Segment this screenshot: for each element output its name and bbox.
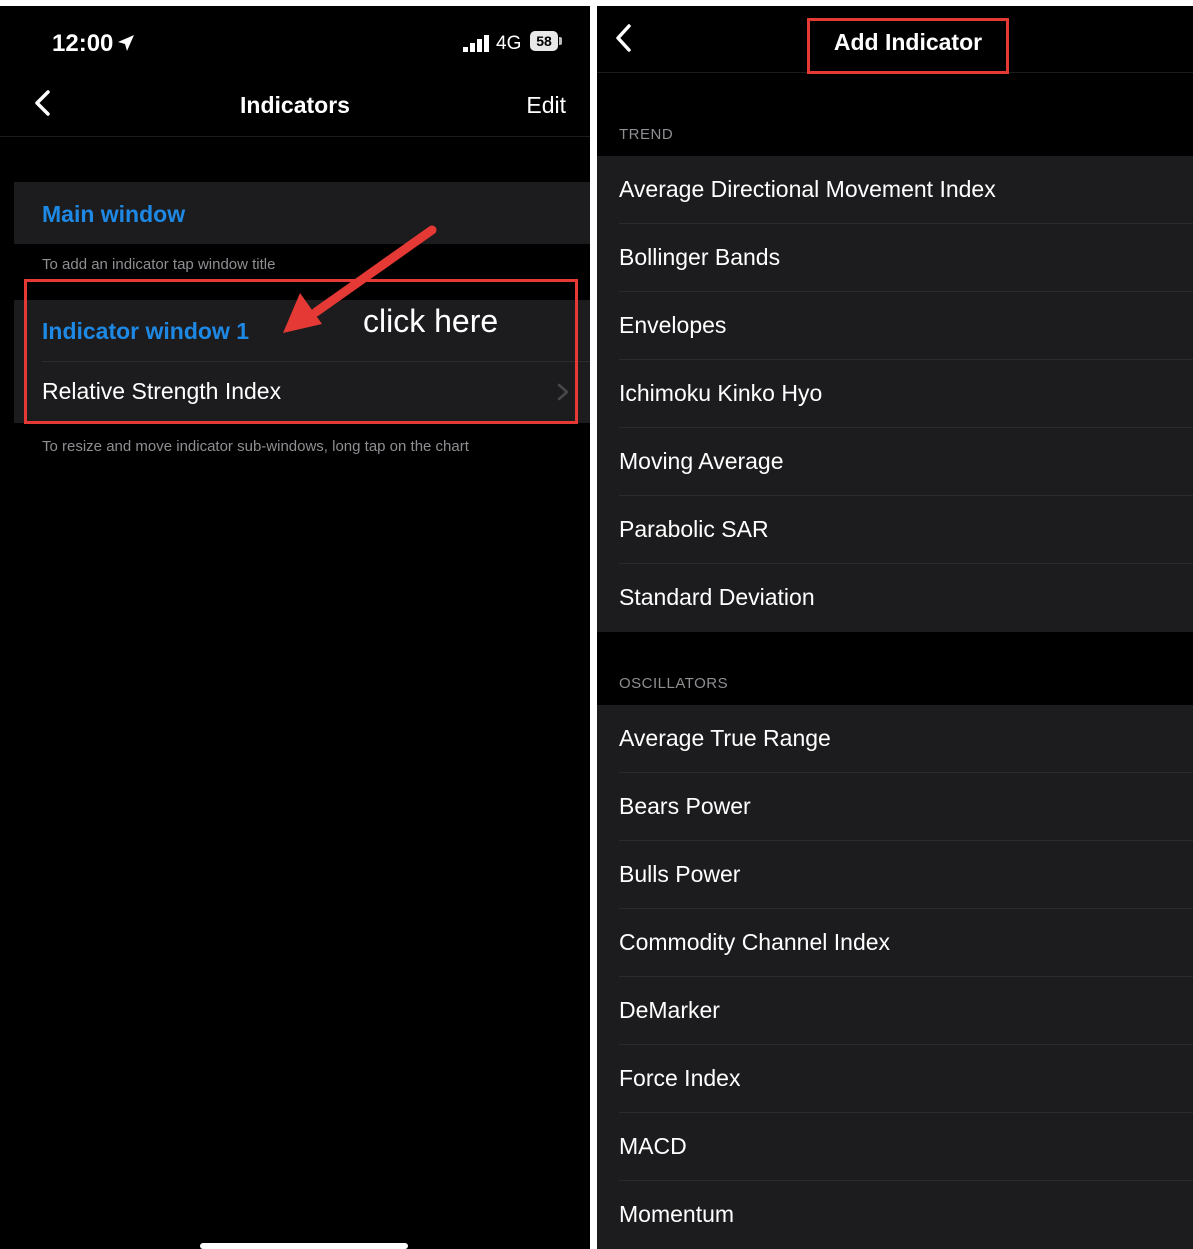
list-item-label: MACD [619,1133,687,1159]
list-item[interactable]: Ichimoku Kinko Hyo [597,360,1193,428]
annotation-label: click here [363,303,499,339]
page-title: Indicators [240,92,350,118]
oscillators-list: Average True Range Bears Power Bulls Pow… [597,705,1193,1249]
list-item-label: Bollinger Bands [619,244,781,270]
resize-hint: To resize and move indicator sub-windows… [42,438,469,455]
list-item[interactable]: Bears Power [597,773,1193,841]
list-item[interactable]: Force Index [597,1045,1193,1113]
section-header-trend: TREND [619,126,674,143]
list-item[interactable]: Parabolic SAR [597,496,1193,564]
network-type: 4G [496,33,522,54]
list-item-label: Force Index [619,1065,741,1091]
list-item-label: Average Directional Movement Index [619,176,996,202]
signal-bars-icon [463,35,489,52]
list-item-label: Envelopes [619,312,727,338]
navigation-bar: Add Indicator [597,6,1193,74]
list-item[interactable]: DeMarker [597,977,1193,1045]
list-item-label: Parabolic SAR [619,516,769,542]
list-item[interactable]: Average True Range [597,705,1193,773]
list-item[interactable]: Moving Average [597,428,1193,496]
add-indicator-screen: Add Indicator TREND Average Directional … [597,6,1193,1249]
list-item[interactable]: Average Directional Movement Index [597,156,1193,224]
status-time: 12:00 [52,30,114,57]
list-item[interactable]: Bollinger Bands [597,224,1193,292]
list-item-label: Moving Average [619,448,784,474]
list-item[interactable]: Envelopes [597,292,1193,360]
list-item-label: Average True Range [619,725,831,751]
list-item[interactable]: Standard Deviation [597,564,1193,632]
battery-level: 58 [530,31,558,51]
list-item-label: Bulls Power [619,861,741,887]
list-item-label: Ichimoku Kinko Hyo [619,380,823,406]
list-item[interactable]: Bulls Power [597,841,1193,909]
main-window-row[interactable]: Main window [14,182,590,244]
list-item-label: Bears Power [619,793,751,819]
list-item[interactable]: MACD [597,1113,1193,1181]
list-item[interactable]: Momentum [597,1181,1193,1249]
edit-button[interactable]: Edit [526,92,566,119]
main-window-title[interactable]: Main window [42,201,185,228]
list-item-label: Momentum [619,1201,735,1227]
page-title: Add Indicator [833,29,983,55]
battery-icon: 58 [530,31,564,53]
list-item[interactable]: Commodity Channel Index [597,909,1193,977]
annotation-highlight-box [24,279,578,424]
add-indicator-hint: To add an indicator tap window title [42,256,276,273]
status-bar: 12:00 4G 58 [0,6,590,72]
list-item-label: DeMarker [619,997,720,1023]
home-indicator [200,1243,408,1249]
trend-list: Average Directional Movement Index Bolli… [597,156,1193,632]
indicators-screen: 12:00 4G 58 Indicators Edit Main window … [0,6,590,1249]
location-arrow-icon [118,35,134,51]
list-item-label: Commodity Channel Index [619,929,891,955]
section-header-oscillators: OSCILLATORS [619,675,729,692]
navigation-bar: Indicators Edit [0,72,590,137]
list-item-label: Standard Deviation [619,584,815,610]
back-chevron-icon[interactable] [609,22,639,54]
title-highlight-box: Add Indicator [807,18,1009,74]
